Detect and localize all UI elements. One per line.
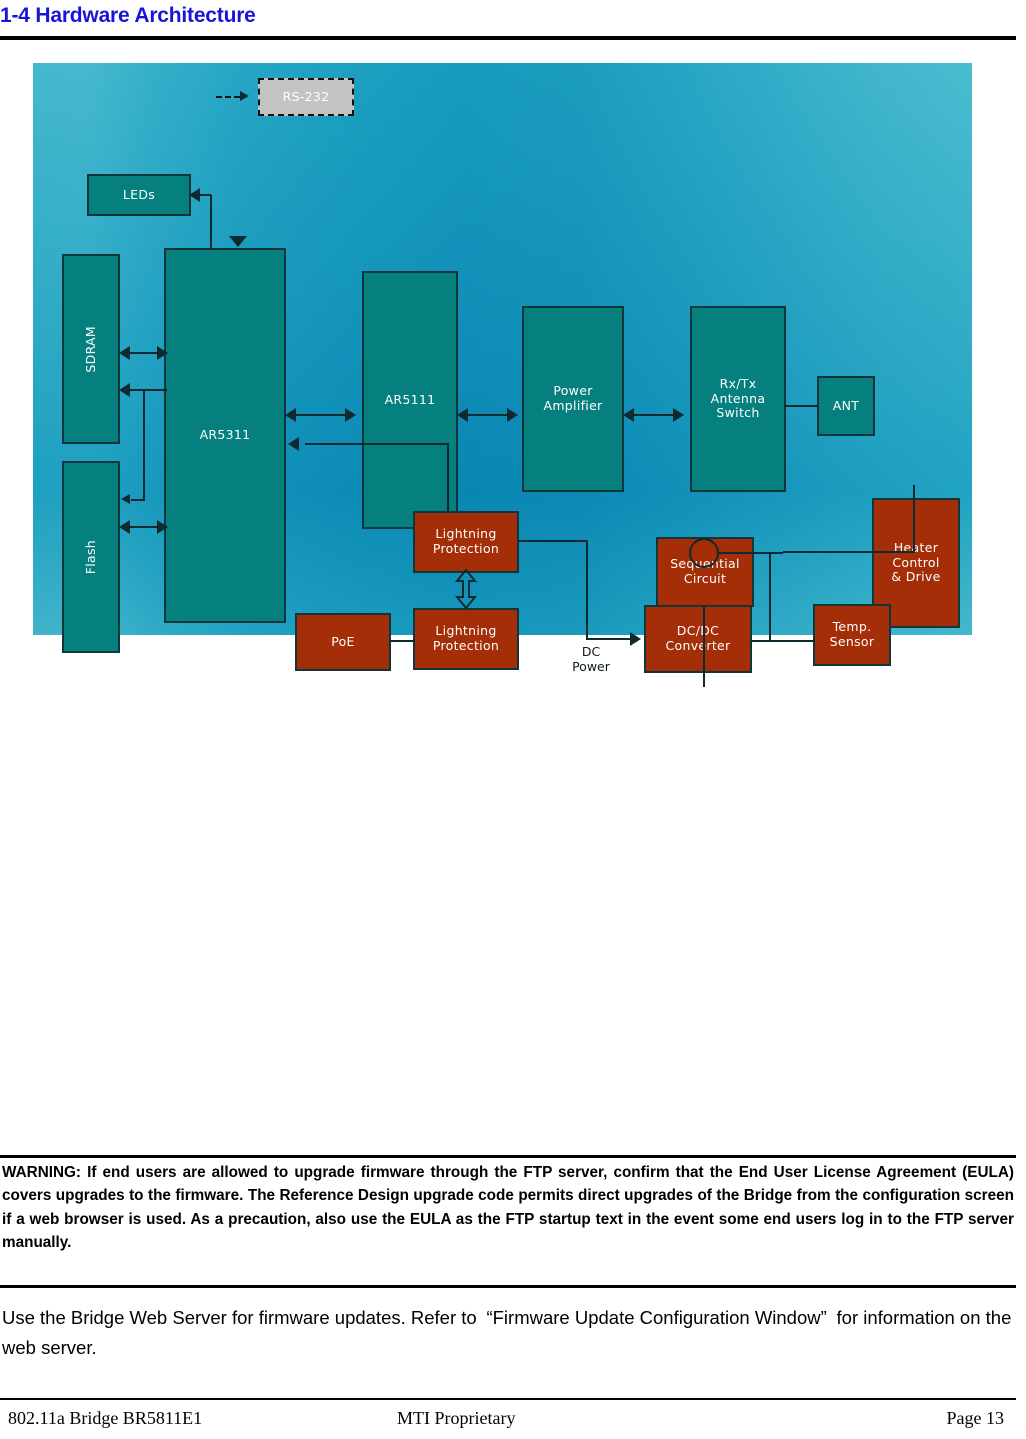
heading-divider	[0, 36, 1016, 40]
node-lightning-protection-upper-label: Lightning Protection	[432, 526, 500, 556]
wire-lp-ar5311-horizontal	[305, 443, 449, 445]
node-lightning-protection-upper: Lightning Protection	[413, 511, 519, 573]
wire-ar5311-leds-vertical	[210, 195, 212, 255]
arrowhead-ar5311-power	[288, 437, 299, 451]
wire-lp-dcdc-horizontal-top	[518, 540, 588, 542]
node-dcdc-converter-label: DC/DC Converter	[665, 623, 731, 653]
wire-junction-bus	[717, 552, 783, 554]
wire-lp-ar5311-vertical	[447, 444, 449, 512]
node-rs232: RS-232	[258, 78, 354, 116]
arrowhead-antenna-switch-in	[673, 408, 684, 422]
body-paragraph: Use the Bridge Web Server for firmware u…	[2, 1307, 1012, 1358]
node-poe: PoE	[295, 613, 391, 671]
node-flash: Flash	[62, 461, 120, 653]
arrowhead-rs232	[240, 91, 249, 101]
node-lightning-protection-lower: Lightning Protection	[413, 608, 519, 670]
arrowhead-power-amp-out	[623, 408, 634, 422]
footer-divider	[0, 1398, 1016, 1400]
node-ar5111-label: AR5111	[384, 391, 436, 407]
arrowhead-ar5111-in	[345, 408, 356, 422]
footer-document-name: 802.11a Bridge BR5811E1	[8, 1408, 203, 1428]
node-ar5311-label: AR5311	[199, 427, 251, 443]
node-sdram-label: SDRAM	[82, 325, 98, 373]
node-power-amplifier: Power Amplifier	[522, 306, 624, 492]
warning-paragraph: WARNING: If end users are allowed to upg…	[2, 1164, 1014, 1251]
arrowhead-ar5111-out	[457, 408, 468, 422]
node-ant-label: ANT	[832, 397, 860, 413]
footer-page-number: Page 13	[946, 1408, 1005, 1428]
hollow-double-arrow-lightning	[454, 569, 478, 609]
arrowhead-ar5311-from-flash	[157, 520, 168, 534]
node-temp-sensor: Temp. Sensor	[813, 604, 891, 666]
arrowhead-dcdc-in	[630, 632, 641, 646]
wire-dcdc-temp-sensor	[751, 640, 815, 642]
page-title: 1-4 Hardware Architecture	[0, 4, 256, 27]
arrowhead-sdram-write	[119, 383, 130, 397]
hardware-architecture-diagram: RS-232 LEDs SDRAM Flash AR5311 AR5111 Po…	[33, 63, 972, 687]
arrowhead-ar5311-from-sdram	[157, 346, 168, 360]
node-poe-label: PoE	[331, 633, 355, 649]
node-sdram: SDRAM	[62, 254, 120, 444]
arrowhead-flash-in	[119, 520, 130, 534]
wire-ar5311-flash-vertical	[143, 390, 145, 500]
node-leds-label: LEDs	[122, 186, 156, 202]
node-lightning-protection-lower-label: Lightning Protection	[432, 623, 500, 653]
node-ar5111: AR5111	[362, 271, 458, 529]
node-power-amplifier-label: Power Amplifier	[543, 383, 603, 413]
wire-lp-dcdc-vertical	[586, 540, 588, 639]
warning-divider-bottom	[0, 1285, 1016, 1288]
arrowhead-sdram-in	[119, 346, 130, 360]
page-footer: 802.11a Bridge BR5811E1 MTI Proprietary …	[0, 1404, 1016, 1434]
wire-ar5311-to-rs232	[216, 96, 240, 98]
node-flash-label: Flash	[82, 539, 98, 575]
arrowhead-leds	[189, 188, 200, 202]
node-rs232-label: RS-232	[282, 88, 330, 104]
wire-lp-dcdc-horizontal-bottom	[586, 638, 632, 640]
arrowhead-ar5311-rf	[285, 408, 296, 422]
node-ar5311: AR5311	[164, 248, 286, 623]
arrowhead-power-amp-in	[507, 408, 518, 422]
arrowhead-flash-write	[121, 494, 130, 504]
node-antenna-switch: Rx/Tx Antenna Switch	[690, 306, 786, 492]
wire-heater-down	[913, 485, 915, 552]
node-leds: LEDs	[87, 174, 191, 216]
wire-seq-junction	[703, 606, 705, 687]
node-ant: ANT	[817, 376, 875, 436]
node-antenna-switch-label: Rx/Tx Antenna Switch	[710, 375, 766, 421]
wire-ar5311-to-flash	[131, 499, 145, 501]
wire-poe-lightning	[389, 640, 415, 642]
node-heater-control-label: Heater Control & Drive	[891, 539, 941, 585]
wire-ar5311-leds-horizontal	[199, 194, 211, 196]
wire-ar5311-to-sdram	[129, 389, 167, 391]
node-dcdc-converter: DC/DC Converter	[644, 605, 752, 673]
node-temp-sensor-label: Temp. Sensor	[829, 619, 875, 649]
arrowhead-ar5311-top	[229, 236, 247, 247]
wire-bus-heater-horizontal	[783, 551, 915, 553]
wire-bus-down	[769, 552, 771, 641]
label-dc-power: DC Power	[572, 644, 610, 674]
wire-antenna-switch-ant	[785, 405, 819, 407]
junction-circle	[689, 538, 719, 568]
warning-divider-top	[0, 1155, 1016, 1158]
footer-confidentiality: MTI Proprietary	[397, 1408, 516, 1428]
